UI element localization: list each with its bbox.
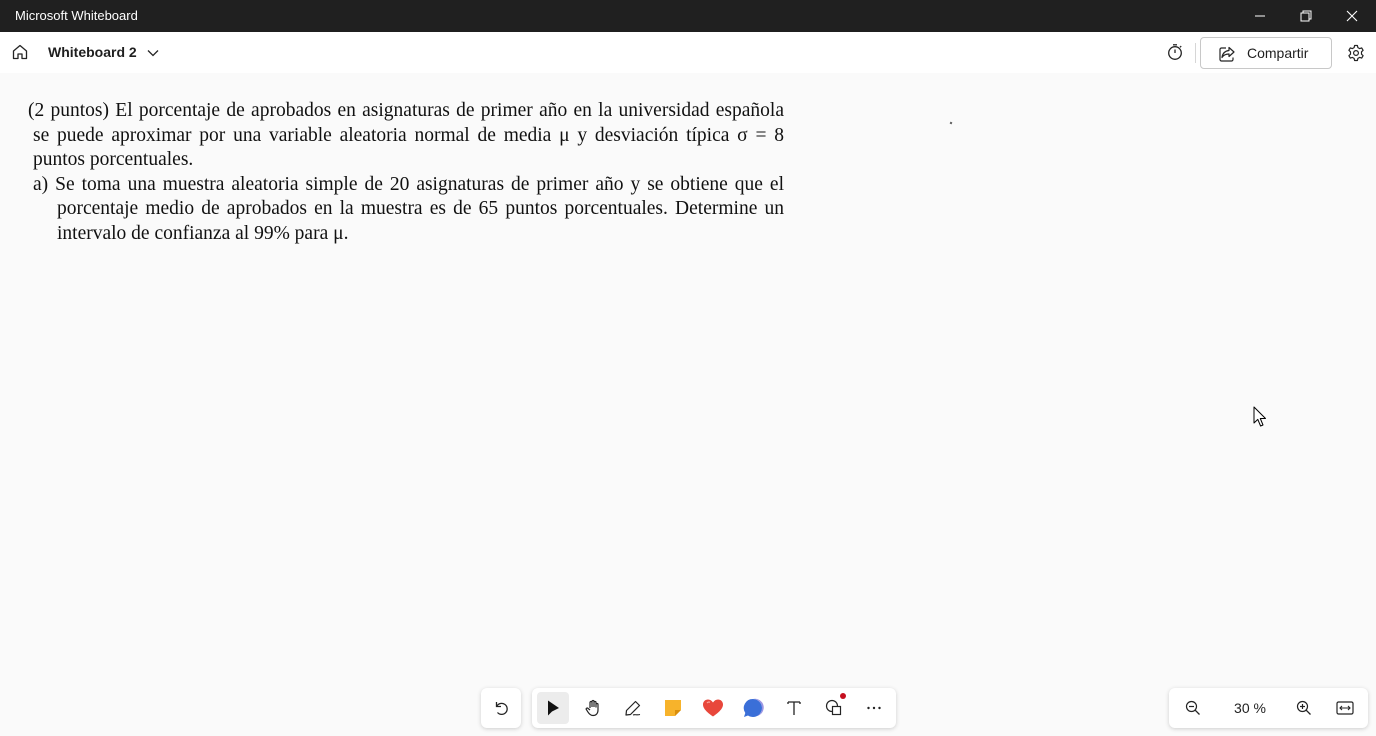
select-tool[interactable] [537, 692, 569, 724]
fit-to-screen-button[interactable] [1329, 692, 1361, 724]
ink-dot [949, 121, 953, 125]
whiteboard-canvas[interactable]: (2 puntos) El porcentaje de aprobados en… [0, 73, 1376, 736]
problem-text-image[interactable]: (2 puntos) El porcentaje de aprobados en… [28, 99, 784, 246]
undo-icon [495, 702, 508, 715]
minimize-icon [1255, 15, 1265, 17]
title-bar: Microsoft Whiteboard [0, 0, 1376, 32]
reactions-tool[interactable] [697, 692, 729, 724]
share-icon [1219, 46, 1235, 62]
board-menu-button[interactable] [144, 44, 162, 62]
home-button[interactable] [6, 38, 34, 66]
shapes-icon [825, 699, 842, 716]
zoom-out-button[interactable] [1177, 692, 1209, 724]
zoom-in-icon [1296, 700, 1311, 715]
text-icon [787, 701, 801, 715]
settings-button[interactable] [1343, 40, 1369, 66]
zoom-out-icon [1185, 700, 1200, 715]
zoom-toolbar: 30 % [1169, 688, 1368, 728]
hand-icon [585, 699, 599, 717]
board-title[interactable]: Whiteboard 2 [48, 32, 137, 73]
problem-part-a: a) Se toma una muestra aleatoria simple … [33, 173, 784, 244]
chevron-down-icon [147, 50, 159, 57]
close-button[interactable] [1329, 0, 1375, 32]
timer-button[interactable] [1162, 39, 1188, 65]
app-title: Microsoft Whiteboard [15, 8, 138, 23]
more-icon [867, 706, 881, 710]
share-button[interactable]: Compartir [1200, 37, 1332, 69]
comment-tool[interactable] [737, 692, 769, 724]
notification-dot [840, 693, 846, 699]
tools-toolbar [532, 688, 896, 728]
zoom-in-button[interactable] [1288, 692, 1320, 724]
minimize-button[interactable] [1237, 0, 1283, 32]
reaction-heart-icon [703, 699, 723, 717]
sticky-note-icon [665, 700, 681, 716]
mouse-cursor-icon [1253, 406, 1266, 427]
more-tools-button[interactable] [858, 692, 890, 724]
close-icon [1346, 10, 1358, 22]
undo-toolbar [481, 688, 521, 728]
header-divider [1195, 43, 1196, 63]
fit-to-screen-icon [1336, 701, 1354, 715]
timer-icon [1168, 44, 1182, 60]
problem-intro: (2 puntos) El porcentaje de aprobados en… [28, 100, 784, 170]
shapes-tool[interactable] [818, 692, 850, 724]
text-tool[interactable] [778, 692, 810, 724]
select-icon [548, 700, 559, 716]
restore-icon [1300, 10, 1312, 22]
undo-button[interactable] [485, 692, 517, 724]
gear-icon [1348, 44, 1364, 62]
app-header: Whiteboard 2 Compartir [0, 32, 1376, 73]
zoom-level[interactable]: 30 % [1217, 688, 1283, 728]
sticky-note-tool[interactable] [657, 692, 689, 724]
share-label: Compartir [1247, 45, 1309, 61]
pen-icon [625, 700, 641, 716]
pen-tool[interactable] [617, 692, 649, 724]
hand-tool[interactable] [577, 692, 609, 724]
comment-icon [743, 698, 764, 717]
home-icon [12, 44, 28, 60]
restore-button[interactable] [1283, 0, 1329, 32]
